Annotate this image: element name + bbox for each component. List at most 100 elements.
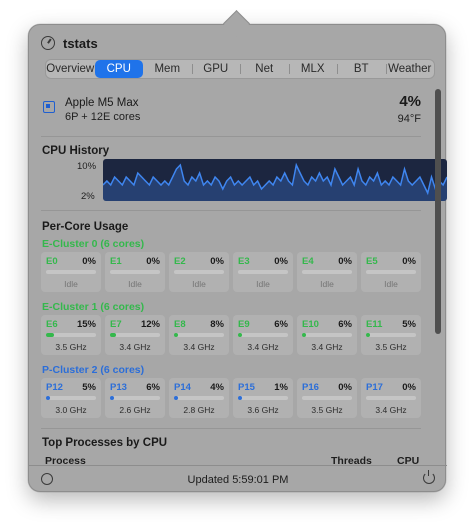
core-usage-bar <box>46 333 96 337</box>
header: tstats <box>41 33 98 53</box>
divider <box>41 428 421 429</box>
history-top-label: 10% <box>77 161 97 172</box>
tstats-popover: tstats Overview CPU Mem GPU Net MLX BT Weather … <box>28 24 447 493</box>
core-tile: E0 0% Idle <box>41 252 101 292</box>
core-grid: E0 0% Idle E1 0% Idle E2 0% Idle E3 0% Idle E4 0% Idle… <box>41 252 422 292</box>
core-frequency: 3.4 GHz <box>311 342 343 352</box>
core-usage-fill <box>174 333 178 337</box>
gauge-icon <box>41 36 55 50</box>
core-tile: E6 15% 3.5 GHz <box>41 315 101 355</box>
core-usage: 0% <box>402 382 416 393</box>
core-name: E4 <box>302 256 314 267</box>
power-icon[interactable] <box>423 470 435 484</box>
core-tile: P12 5% 3.0 GHz <box>41 378 101 418</box>
tab-bt[interactable]: BT <box>337 60 386 78</box>
core-frequency: 2.6 GHz <box>119 405 151 415</box>
core-usage: 15% <box>76 319 96 330</box>
core-tile: E7 12% 3.4 GHz <box>105 315 165 355</box>
core-name: E1 <box>110 256 122 267</box>
core-usage: 6% <box>146 382 160 393</box>
core-tile: E2 0% Idle <box>169 252 229 292</box>
footer: Updated 5:59:01 PM <box>29 465 447 493</box>
tab-mem[interactable]: Mem <box>143 60 192 78</box>
core-usage-bar <box>238 333 288 337</box>
core-name: E6 <box>46 319 58 330</box>
core-name: P16 <box>302 382 319 393</box>
core-grid: E6 15% 3.5 GHz E7 12% 3.4 GHz E8 8% 3.4 GHz E9 6% 3… <box>41 315 422 355</box>
core-tile: E11 5% 3.5 GHz <box>361 315 421 355</box>
chip-icon <box>43 101 55 113</box>
core-usage-bar <box>238 396 288 400</box>
core-usage-fill <box>46 396 50 400</box>
core-name: E11 <box>366 319 383 330</box>
core-usage: 0% <box>338 382 352 393</box>
core-frequency: 3.5 GHz <box>311 405 343 415</box>
core-frequency: 3.6 GHz <box>247 405 279 415</box>
core-grid: P12 5% 3.0 GHz P13 6% 2.6 GHz P14 4% 2.8 GHz P15 1… <box>41 378 422 418</box>
cpu-history-graph <box>103 159 447 201</box>
top-processes-title: Top Processes by CPU <box>42 437 168 449</box>
tab-net[interactable]: Net <box>240 60 289 78</box>
core-tile: P15 1% 3.6 GHz <box>233 378 293 418</box>
core-usage-bar <box>174 270 224 274</box>
core-frequency: Idle <box>64 279 78 289</box>
core-usage: 5% <box>82 382 96 393</box>
core-usage: 0% <box>82 256 96 267</box>
core-usage: 0% <box>146 256 160 267</box>
core-frequency: 3.5 GHz <box>375 342 407 352</box>
tab-mlx[interactable]: MLX <box>288 60 338 78</box>
core-frequency: 3.4 GHz <box>119 342 151 352</box>
divider <box>41 136 421 137</box>
per-core-title: Per-Core Usage <box>42 221 129 233</box>
core-usage: 1% <box>274 382 288 393</box>
core-name: P15 <box>238 382 255 393</box>
core-tile: P13 6% 2.6 GHz <box>105 378 165 418</box>
tab-gpu[interactable]: GPU <box>191 60 241 78</box>
core-tile: E5 0% Idle <box>361 252 421 292</box>
scrollbar[interactable] <box>435 89 441 463</box>
core-usage-fill <box>238 333 242 337</box>
footer-divider <box>29 465 447 466</box>
core-name: E9 <box>238 319 250 330</box>
core-name: E0 <box>46 256 58 267</box>
tab-bar: Overview CPU Mem GPU Net MLX BT Weather <box>45 59 435 79</box>
core-usage: 12% <box>140 319 160 330</box>
core-usage: 0% <box>402 256 416 267</box>
core-usage-bar <box>302 396 352 400</box>
core-frequency: 3.4 GHz <box>247 342 279 352</box>
tab-cpu[interactable]: CPU <box>94 60 143 78</box>
core-usage: 0% <box>274 256 288 267</box>
core-frequency: 3.5 GHz <box>55 342 87 352</box>
core-frequency: Idle <box>320 279 334 289</box>
core-usage-bar <box>302 333 352 337</box>
core-usage-bar <box>110 396 160 400</box>
core-usage-bar <box>174 333 224 337</box>
core-usage-fill <box>302 333 306 337</box>
core-usage-fill <box>238 396 242 400</box>
core-frequency: 3.4 GHz <box>183 342 215 352</box>
core-name: P13 <box>110 382 127 393</box>
core-tile: E8 8% 3.4 GHz <box>169 315 229 355</box>
updated-time: Updated 5:59:01 PM <box>187 474 289 486</box>
cpu-history-svg <box>103 162 447 201</box>
tab-weather[interactable]: Weather <box>385 60 435 78</box>
core-usage: 6% <box>338 319 352 330</box>
cpu-history-area <box>103 165 447 201</box>
core-name: P12 <box>46 382 63 393</box>
cluster-title: P-Cluster 2 (6 cores) <box>42 364 145 376</box>
core-usage-bar <box>366 396 416 400</box>
core-name: E3 <box>238 256 250 267</box>
tab-overview[interactable]: Overview <box>46 60 95 78</box>
core-usage-bar <box>46 270 96 274</box>
core-frequency: 3.0 GHz <box>55 405 87 415</box>
core-usage-fill <box>110 333 116 337</box>
core-usage-bar <box>46 396 96 400</box>
core-usage-fill <box>366 333 370 337</box>
core-name: E5 <box>366 256 378 267</box>
core-tile: E9 6% 3.4 GHz <box>233 315 293 355</box>
core-usage-bar <box>110 270 160 274</box>
cpu-cores: 6P + 12E cores <box>65 111 141 123</box>
core-usage: 6% <box>274 319 288 330</box>
scrollbar-thumb[interactable] <box>435 89 441 334</box>
core-tile: P16 0% 3.5 GHz <box>297 378 357 418</box>
